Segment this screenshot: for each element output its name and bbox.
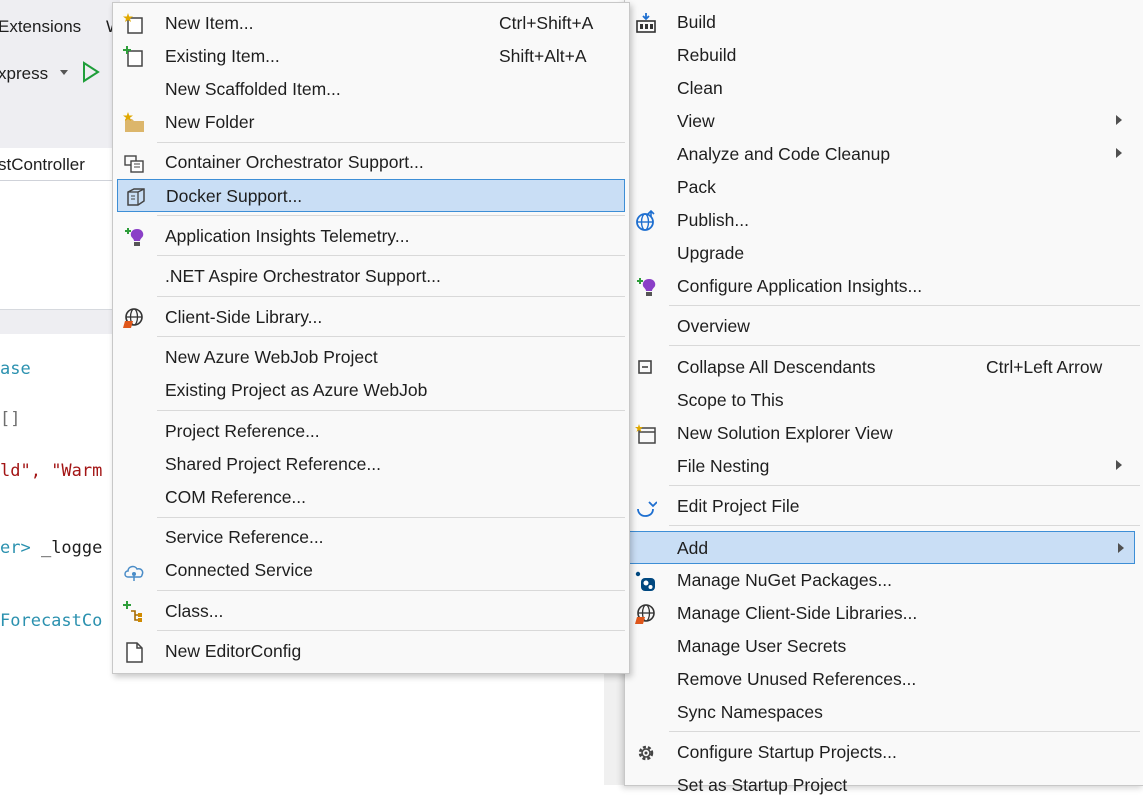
code-line: er> _logge: [0, 538, 103, 558]
menu-item-configure-startup[interactable]: Configure Startup Projects...: [627, 737, 1142, 768]
menu-item-manage-user-secrets[interactable]: Manage User Secrets: [627, 631, 1142, 662]
dropdown-arrow-icon[interactable]: [60, 70, 68, 75]
menu-separator: [157, 630, 625, 631]
add-item-app-insights[interactable]: Application Insights Telemetry...: [115, 221, 627, 252]
add-item-client-side-library[interactable]: Client-Side Library...: [115, 302, 627, 333]
menu-separator: [157, 410, 625, 411]
menu-separator: [669, 485, 1140, 486]
run-play-icon[interactable]: [82, 61, 100, 83]
submenu-arrow-icon: [1116, 115, 1122, 125]
submenu-arrow-icon: [1118, 543, 1124, 553]
code-line: ForecastCo: [0, 611, 103, 631]
menu-item-set-startup[interactable]: Set as Startup Project: [627, 770, 1142, 801]
container-orchestrator-icon: [124, 155, 144, 173]
nuget-icon: [635, 571, 655, 591]
menu-item-scope-to-this[interactable]: Scope to This: [627, 385, 1142, 416]
menu-item-collapse-all[interactable]: Collapse All Descendants Ctrl+Left Arrow: [627, 352, 1142, 383]
edit-project-icon: [637, 501, 657, 517]
build-icon: [636, 13, 656, 33]
menu-item-edit-project-file[interactable]: Edit Project File: [627, 491, 1142, 522]
menu-item-overview[interactable]: Overview: [627, 311, 1142, 342]
menu-separator: [157, 296, 625, 297]
add-item-existing-azure-webjob[interactable]: Existing Project as Azure WebJob: [115, 375, 627, 406]
app-insights-icon: [125, 228, 144, 246]
gear-icon: [638, 745, 654, 761]
add-item-container-orchestrator[interactable]: Container Orchestrator Support...: [115, 147, 627, 178]
new-folder-icon: [123, 112, 144, 132]
code-line: []: [0, 409, 21, 429]
add-item-docker-support[interactable]: Docker Support...: [117, 179, 625, 212]
editor-tab[interactable]: stController: [0, 150, 120, 181]
menu-separator: [157, 215, 625, 216]
app-insights-icon: [637, 278, 656, 296]
menu-item-new-solution-view[interactable]: New Solution Explorer View: [627, 418, 1142, 449]
menu-item-build[interactable]: Build: [627, 7, 1142, 38]
menu-item-manage-client-libraries[interactable]: Manage Client-Side Libraries...: [627, 598, 1142, 629]
add-item-class[interactable]: Class...: [115, 596, 627, 627]
menu-item-add[interactable]: Add: [628, 531, 1135, 564]
menu-separator: [157, 590, 625, 591]
add-item-com-reference[interactable]: COM Reference...: [115, 482, 627, 513]
menu-separator: [669, 525, 1140, 526]
add-item-scaffolded[interactable]: New Scaffolded Item...: [115, 74, 627, 105]
client-libraries-icon: [635, 604, 655, 624]
add-item-new-folder[interactable]: New Folder: [115, 107, 627, 138]
client-library-icon: [123, 308, 143, 328]
menu-separator: [157, 142, 625, 143]
menu-separator: [157, 255, 625, 256]
docker-icon: [127, 188, 145, 206]
editor-splitter[interactable]: [0, 309, 120, 335]
editor-area-top: [0, 181, 120, 309]
menu-separator: [157, 336, 625, 337]
add-item-shared-project-reference[interactable]: Shared Project Reference...: [115, 449, 627, 480]
submenu-arrow-icon: [1116, 148, 1122, 158]
menu-separator: [669, 345, 1140, 346]
code-line: ld", "Warm: [0, 461, 103, 481]
publish-globe-icon: [636, 210, 655, 231]
menu-item-clean[interactable]: Clean: [627, 73, 1142, 104]
menu-item-rebuild[interactable]: Rebuild: [627, 40, 1142, 71]
debug-target-dropdown[interactable]: xpress: [0, 64, 48, 84]
add-item-new-azure-webjob[interactable]: New Azure WebJob Project: [115, 342, 627, 373]
collapse-icon: [638, 360, 652, 374]
class-icon: [123, 601, 142, 622]
add-item-project-reference[interactable]: Project Reference...: [115, 416, 627, 447]
add-item-existing-item[interactable]: Existing Item... Shift+Alt+A: [115, 41, 627, 72]
menu-item-analyze[interactable]: Analyze and Code Cleanup: [627, 139, 1142, 170]
submenu-arrow-icon: [1116, 460, 1122, 470]
add-item-service-reference[interactable]: Service Reference...: [115, 522, 627, 553]
editorconfig-icon: [126, 642, 143, 663]
menu-item-view[interactable]: View: [627, 106, 1142, 137]
menu-extensions[interactable]: Extensions: [0, 17, 81, 37]
menu-separator: [669, 731, 1140, 732]
existing-item-icon: [123, 46, 143, 67]
menu-separator: [669, 305, 1140, 306]
project-context-menu: Build Rebuild Clean View Analyze and Cod…: [624, 0, 1143, 795]
menu-item-sync-namespaces[interactable]: Sync Namespaces: [627, 697, 1142, 728]
menu-item-file-nesting[interactable]: File Nesting: [627, 451, 1142, 482]
ide-gutter: [604, 670, 626, 785]
menu-item-upgrade[interactable]: Upgrade: [627, 238, 1142, 269]
editor-tab-label: stController: [0, 155, 85, 174]
connected-service-icon: [124, 565, 144, 581]
menu-item-remove-unused-references[interactable]: Remove Unused References...: [627, 664, 1142, 695]
add-item-aspire[interactable]: .NET Aspire Orchestrator Support...: [115, 261, 627, 292]
menu-item-publish[interactable]: Publish...: [627, 205, 1142, 236]
menu-item-pack[interactable]: Pack: [627, 172, 1142, 203]
menu-separator: [157, 517, 625, 518]
new-solution-view-icon: [635, 424, 656, 444]
code-line: ase: [0, 359, 31, 379]
add-item-new-item[interactable]: New Item... Ctrl+Shift+A: [115, 8, 627, 39]
menu-item-configure-app-insights[interactable]: Configure Application Insights...: [627, 271, 1142, 302]
add-item-connected-service[interactable]: Connected Service: [115, 555, 627, 586]
add-submenu: New Item... Ctrl+Shift+A Existing Item..…: [112, 2, 630, 674]
add-item-new-editorconfig[interactable]: New EditorConfig: [115, 636, 627, 667]
new-item-icon: [123, 13, 143, 34]
menu-item-manage-nuget[interactable]: Manage NuGet Packages...: [627, 565, 1142, 596]
